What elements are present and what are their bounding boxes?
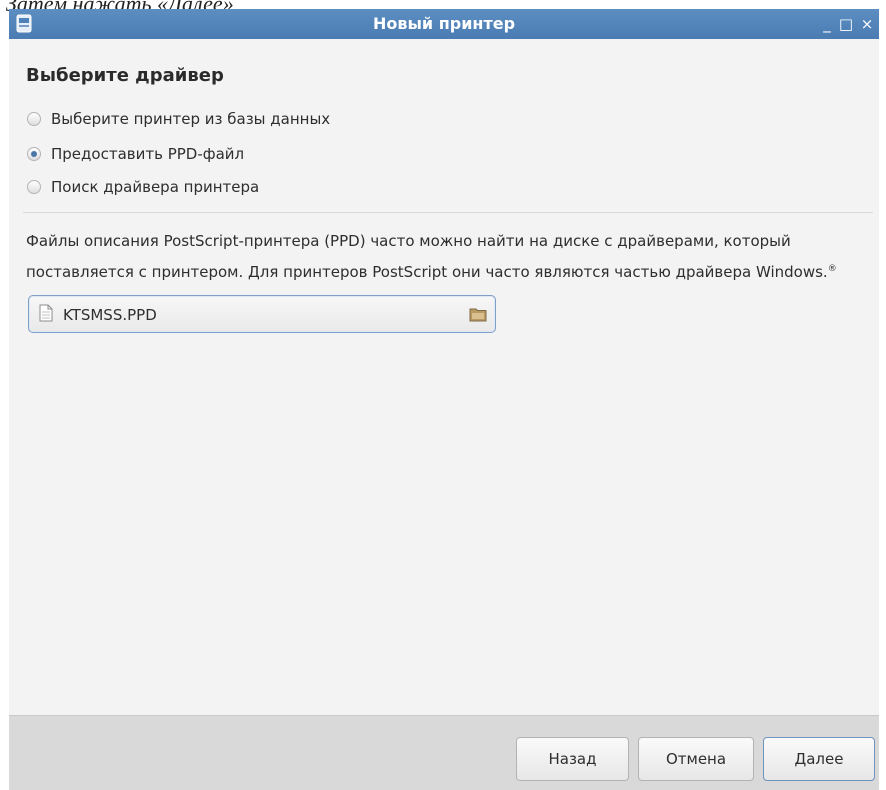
- radio-provide-ppd[interactable]: Предоставить PPD-файл: [27, 143, 244, 165]
- new-printer-dialog: Новый принтер _ □ × Выберите драйвер Выб…: [9, 9, 879, 790]
- description-line-2: поставляется с принтером. Для принтеров …: [26, 255, 874, 286]
- radio-indicator-checked[interactable]: [27, 147, 41, 161]
- page-heading: Выберите драйвер: [26, 65, 224, 86]
- ppd-file-chooser[interactable]: KTSMSS.PPD: [28, 295, 496, 333]
- maximize-button[interactable]: □: [836, 9, 856, 39]
- registered-mark: ®: [827, 264, 837, 274]
- next-button[interactable]: Далее: [763, 737, 875, 781]
- separator: [23, 212, 873, 213]
- cancel-button[interactable]: Отмена: [638, 737, 754, 781]
- ppd-description: Файлы описания PostScript-принтера (PPD)…: [26, 227, 874, 286]
- description-line-2-text: поставляется с принтером. Для принтеров …: [26, 263, 828, 281]
- selected-file-name: KTSMSS.PPD: [63, 306, 157, 324]
- close-button[interactable]: ×: [857, 9, 877, 39]
- radio-label: Выберите принтер из базы данных: [51, 110, 331, 128]
- minimize-button[interactable]: _: [817, 9, 837, 39]
- dialog-content: Выберите драйвер Выберите принтер из баз…: [9, 39, 879, 715]
- radio-search-driver[interactable]: Поиск драйвера принтера: [27, 176, 259, 198]
- radio-indicator[interactable]: [27, 180, 41, 194]
- titlebar: Новый принтер _ □ ×: [9, 9, 879, 39]
- radio-label: Предоставить PPD-файл: [51, 145, 245, 163]
- dialog-footer: Назад Отмена Далее: [9, 715, 879, 790]
- radio-select-from-database[interactable]: Выберите принтер из базы данных: [27, 108, 330, 130]
- back-button[interactable]: Назад: [516, 737, 629, 781]
- document-icon: [39, 304, 53, 322]
- description-line-1: Файлы описания PostScript-принтера (PPD)…: [26, 232, 791, 250]
- radio-label: Поиск драйвера принтера: [51, 178, 260, 196]
- folder-icon[interactable]: [469, 307, 487, 322]
- radio-indicator[interactable]: [27, 112, 41, 126]
- window-title: Новый принтер: [372, 14, 516, 33]
